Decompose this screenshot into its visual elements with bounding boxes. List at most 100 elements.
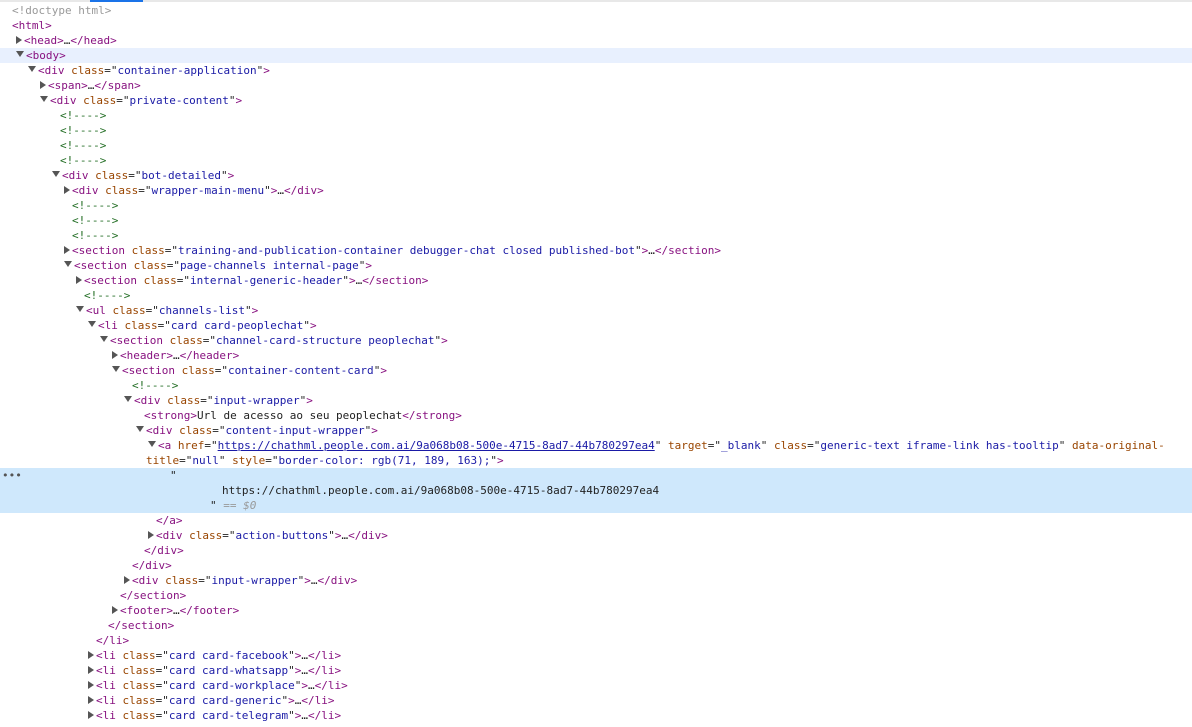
dom-node-row[interactable]: <section class="training-and-publication…	[0, 243, 1192, 258]
dom-node-row[interactable]: <header>…</header>	[0, 348, 1192, 363]
dom-node-row[interactable]: <!doctype html>	[0, 3, 1192, 18]
dom-node-row[interactable]: <!---->	[0, 138, 1192, 153]
dom-node-row[interactable]: </li>	[0, 633, 1192, 648]
tag-end: >	[348, 274, 356, 287]
expand-triangle-open-icon[interactable]	[100, 336, 108, 342]
dom-node-row[interactable]: <!---->	[0, 153, 1192, 168]
expand-triangle-open-icon[interactable]	[40, 96, 48, 102]
dom-node-row[interactable]: <div class="container-application">	[0, 63, 1192, 78]
expand-triangle-open-icon[interactable]	[148, 441, 156, 447]
tag-open: <div	[146, 424, 173, 437]
expand-triangle-open-icon[interactable]	[64, 261, 72, 267]
attr-name: class	[773, 439, 808, 452]
dom-node-row[interactable]: <li class="card card-peoplechat">	[0, 318, 1192, 333]
dom-node-row[interactable]: <!---->	[0, 288, 1192, 303]
doctype: <!doctype html>	[12, 4, 112, 17]
expand-triangle-open-icon[interactable]	[124, 396, 132, 402]
dom-node-row[interactable]: <section class="internal-generic-header"…	[0, 273, 1192, 288]
tag-open: <li	[96, 694, 116, 707]
expand-triangle-closed-icon[interactable]	[88, 696, 94, 704]
tag-close: </span>	[94, 79, 141, 92]
expand-triangle-open-icon[interactable]	[52, 171, 60, 177]
expand-triangle-closed-icon[interactable]	[88, 681, 94, 689]
href-link[interactable]: https://chathml.people.com.ai/9a068b08-5…	[218, 439, 655, 452]
expand-triangle-closed-icon[interactable]	[40, 81, 46, 89]
expand-triangle-open-icon[interactable]	[76, 306, 84, 312]
expand-triangle-closed-icon[interactable]	[64, 186, 70, 194]
dom-node-row[interactable]: </a>	[0, 513, 1192, 528]
expand-triangle-closed-icon[interactable]	[88, 651, 94, 659]
dom-node-row[interactable]: </div>	[0, 558, 1192, 573]
attr-value: content-input-wrapper	[225, 424, 365, 437]
dom-node-row[interactable]: <body>	[0, 48, 1192, 63]
dom-node-row[interactable]: <!---->	[0, 198, 1192, 213]
dom-node-row[interactable]: <li class="card card-workplace">…</li>	[0, 678, 1192, 693]
dom-node-row[interactable]: <ul class="channels-list">	[0, 303, 1192, 318]
dom-node-row[interactable]: <a href="https://chathml.people.com.ai/9…	[0, 438, 1192, 453]
attr-value: internal-generic-header	[189, 274, 343, 287]
text-quote: "	[210, 499, 217, 512]
expand-triangle-closed-icon[interactable]	[16, 36, 22, 44]
dom-node-row[interactable]: <!---->	[0, 378, 1192, 393]
dom-node-row[interactable]: <!---->	[0, 213, 1192, 228]
attr-eq: ="	[204, 439, 218, 452]
expand-triangle-closed-icon[interactable]	[112, 606, 118, 614]
dom-node-row[interactable]: ••• "	[0, 468, 1192, 483]
dom-node-row[interactable]: " == $0	[0, 498, 1192, 513]
dom-node-row[interactable]: <html>	[0, 18, 1192, 33]
dom-node-row[interactable]: </div>	[0, 543, 1192, 558]
dom-node-row[interactable]: <div class="action-buttons">…</div>	[0, 528, 1192, 543]
tag-end: >	[288, 694, 295, 707]
expand-triangle-closed-icon[interactable]	[148, 531, 154, 539]
dom-node-row[interactable]: <div class="content-input-wrapper">	[0, 423, 1192, 438]
dom-node-row[interactable]: <div class="input-wrapper">…</div>	[0, 573, 1192, 588]
dom-node-row[interactable]: </section>	[0, 588, 1192, 603]
dom-node-row[interactable]: <footer>…</footer>	[0, 603, 1192, 618]
tag-end: >	[81, 79, 88, 92]
dom-node-row[interactable]: <section class="page-channels internal-p…	[0, 258, 1192, 273]
attr-name: class	[169, 334, 203, 347]
dom-node-row[interactable]: <!---->	[0, 108, 1192, 123]
dom-node-row[interactable]: <li class="card card-whatsapp">…</li>	[0, 663, 1192, 678]
expand-triangle-closed-icon[interactable]	[88, 711, 94, 719]
expand-triangle-closed-icon[interactable]	[124, 576, 130, 584]
tag-end: >	[380, 364, 387, 377]
dom-node-row[interactable]: <section class="channel-card-structure p…	[0, 333, 1192, 348]
dom-node-row[interactable]: <head>…</head>	[0, 33, 1192, 48]
tag-close: </div>	[144, 544, 184, 557]
dom-node-row[interactable]: title="null" style="border-color: rgb(71…	[0, 453, 1192, 468]
dom-node-row[interactable]: <!---->	[0, 228, 1192, 243]
expand-triangle-closed-icon[interactable]	[112, 351, 118, 359]
attr-value: card card-telegram	[168, 709, 289, 722]
dom-node-row[interactable]: https://chathml.people.com.ai/9a068b08-5…	[0, 483, 1192, 498]
expand-triangle-open-icon[interactable]	[136, 426, 144, 432]
attr-quote: "	[264, 184, 271, 197]
comment-node: <!---->	[60, 109, 107, 122]
dom-node-row[interactable]: <div class="input-wrapper">	[0, 393, 1192, 408]
more-options-icon[interactable]: •••	[2, 468, 22, 483]
dom-node-row[interactable]: <div class="bot-detailed">	[0, 168, 1192, 183]
tag-open: <section	[110, 334, 163, 347]
attr-value: channels-list	[158, 304, 245, 317]
dom-node-row[interactable]: <div class="wrapper-main-menu">…</div>	[0, 183, 1192, 198]
expand-triangle-closed-icon[interactable]	[88, 666, 94, 674]
expand-triangle-open-icon[interactable]	[88, 321, 96, 327]
dom-node-row[interactable]: <section class="container-content-card">	[0, 363, 1192, 378]
dom-node-row[interactable]: <span>…</span>	[0, 78, 1192, 93]
attr-eq: ="	[155, 679, 169, 692]
dom-node-row[interactable]: <div class="private-content">	[0, 93, 1192, 108]
dom-node-row[interactable]: </section>	[0, 618, 1192, 633]
dom-node-row[interactable]: <li class="card card-telegram">…</li>	[0, 708, 1192, 723]
dom-node-row[interactable]: <li class="card card-generic">…</li>	[0, 693, 1192, 708]
dom-node-row[interactable]: <li class="card card-facebook">…</li>	[0, 648, 1192, 663]
expand-triangle-closed-icon[interactable]	[64, 246, 70, 254]
dom-node-row[interactable]: <strong>Url de acesso ao seu peoplechat<…	[0, 408, 1192, 423]
expand-triangle-open-icon[interactable]	[28, 66, 36, 72]
expand-triangle-open-icon[interactable]	[16, 51, 24, 57]
expand-triangle-open-icon[interactable]	[112, 366, 120, 372]
dom-tree[interactable]: <!doctype html> <html> <head>…</head> <body…	[0, 3, 1192, 723]
attr-value: container-application	[117, 64, 257, 77]
dom-node-row[interactable]: <!---->	[0, 123, 1192, 138]
expand-triangle-closed-icon[interactable]	[76, 276, 82, 284]
